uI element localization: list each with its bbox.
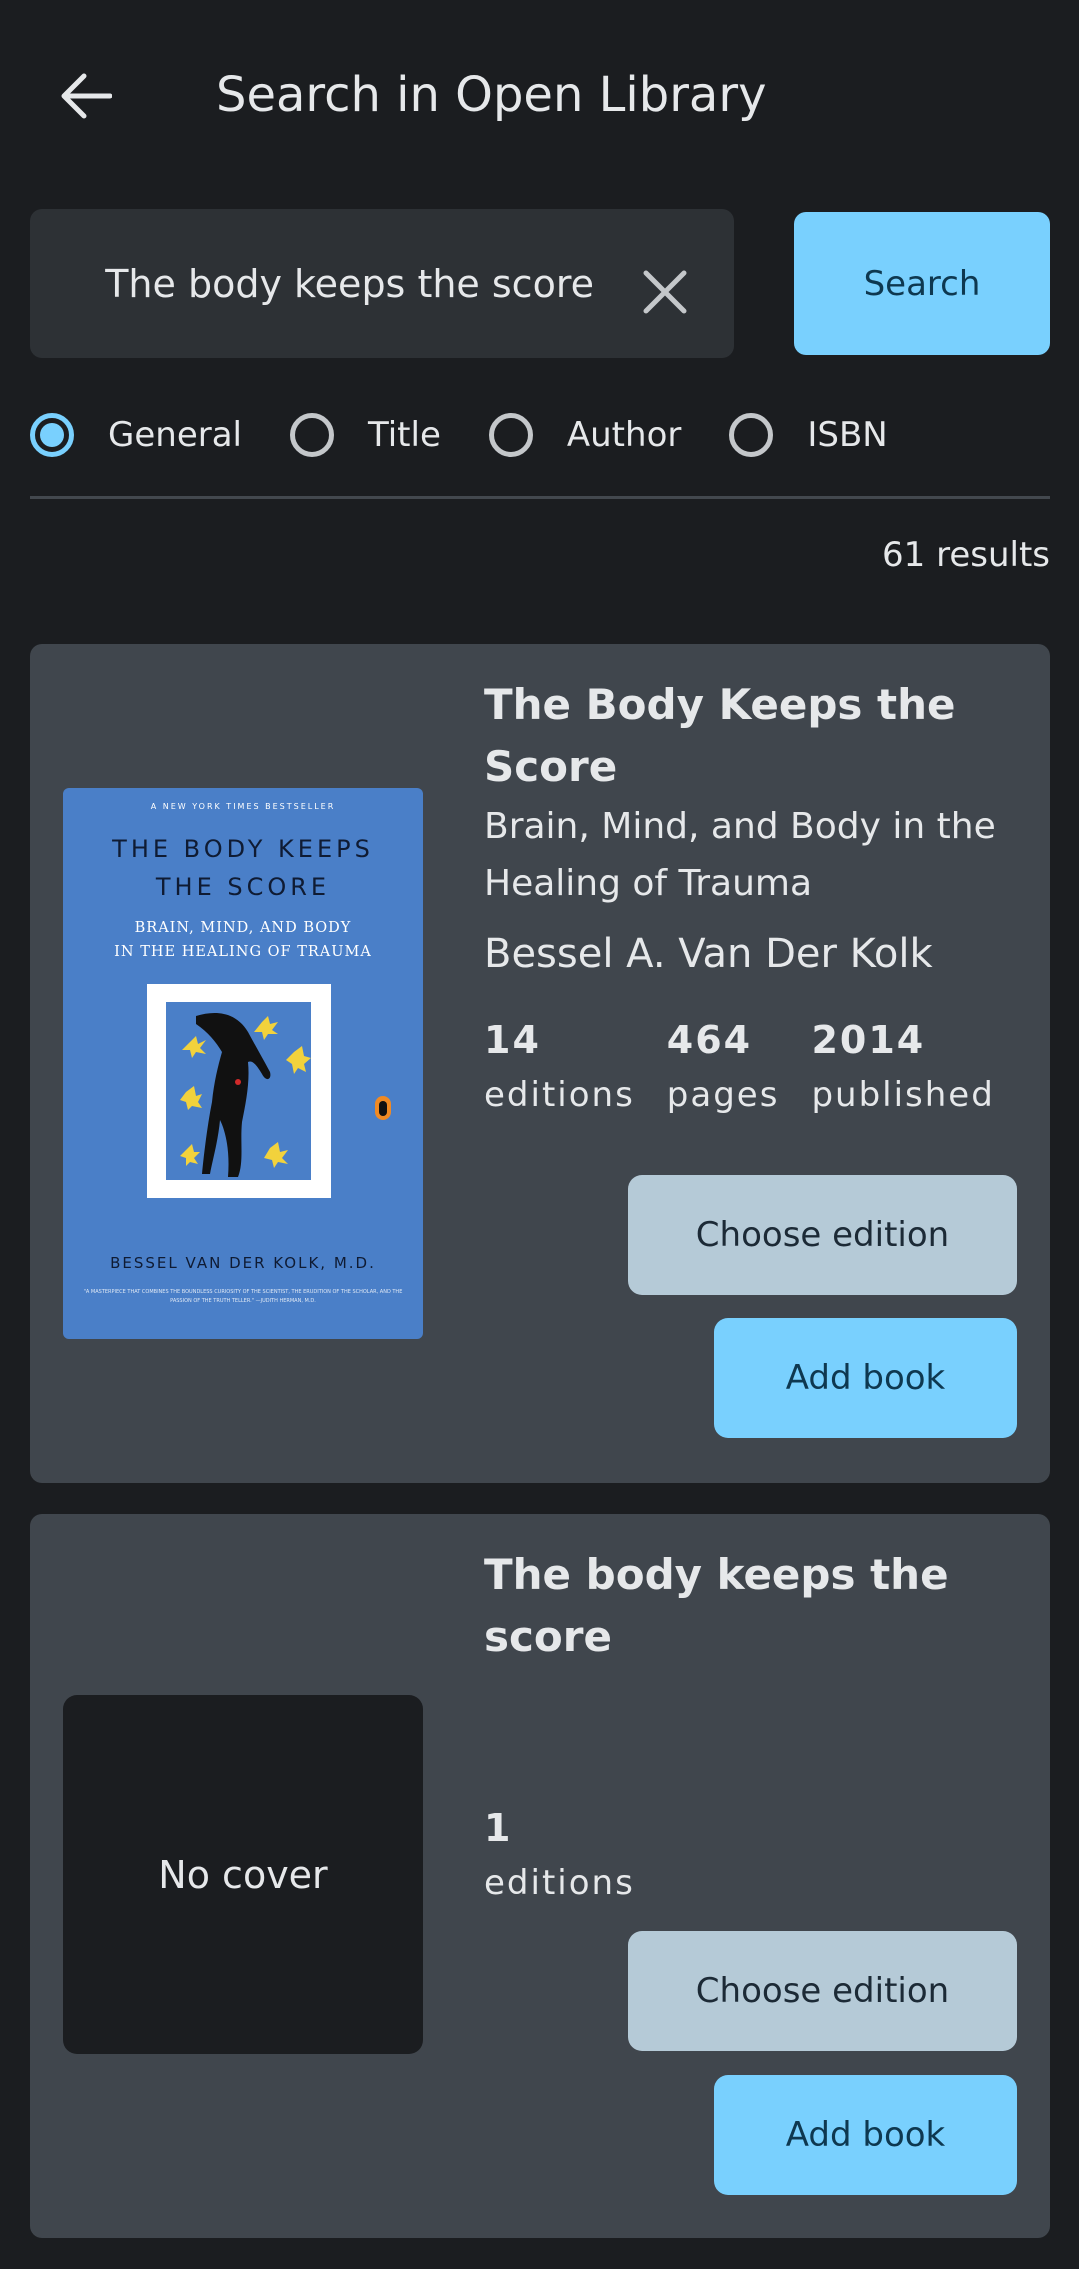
cover-subtitle: BRAIN, MIND, AND BODY IN THE HEALING OF T…	[114, 920, 372, 960]
stat-value: 464	[666, 1018, 753, 1062]
book-cover[interactable]: A NEW YORK TIMES BESTSELLER THE BODY KEE…	[63, 788, 423, 1339]
page-title: Search in Open Library	[216, 67, 767, 123]
book-author: Bessel A. Van Der Kolk	[484, 931, 933, 977]
result-card[interactable]: A NEW YORK TIMES BESTSELLER THE BODY KEE…	[30, 644, 1050, 1483]
stat-editions: 14 editions	[484, 1012, 635, 1122]
radio-title[interactable]: Title	[290, 413, 441, 457]
radio-button-checked[interactable]	[30, 413, 74, 457]
stat-label: editions	[484, 1075, 635, 1115]
app-bar: Search in Open Library	[0, 0, 1079, 190]
radio-label: Author	[566, 415, 682, 455]
add-book-button[interactable]: Add book	[714, 2075, 1017, 2195]
stat-published: 2014 published	[811, 1012, 994, 1122]
radio-isbn[interactable]: ISBN	[729, 413, 888, 457]
book-subtitle: Brain, Mind, and Body in the Healing of …	[484, 806, 996, 904]
stat-pages: 464 pages	[667, 1012, 780, 1122]
search-button[interactable]: Search	[794, 212, 1050, 355]
no-cover-placeholder[interactable]: No cover	[63, 1695, 423, 2054]
back-button[interactable]	[50, 64, 120, 128]
radio-button[interactable]	[729, 413, 774, 457]
search-type-radio-group: General Title Author ISBN	[30, 400, 936, 470]
add-book-button[interactable]: Add book	[714, 1318, 1017, 1438]
stat-label: published	[811, 1075, 995, 1115]
clear-search-button[interactable]	[630, 257, 700, 327]
cover-title: THE BODY KEEPS THE SCORE	[112, 835, 374, 901]
stat-editions: 1 editions	[484, 1800, 635, 1910]
search-field[interactable]: The body keeps the score	[30, 209, 734, 358]
stat-value: 14	[484, 1018, 541, 1062]
cover-quote: "A MASTERPIECE THAT COMBINES THE BOUNDLE…	[83, 1289, 403, 1304]
radio-author[interactable]: Author	[488, 413, 682, 457]
radio-button[interactable]	[290, 413, 334, 457]
book-stats: 14 editions 464 pages 2014 published	[484, 1012, 1020, 1122]
radio-label: ISBN	[807, 415, 888, 455]
book-info: The Body Keeps the Score Brain, Mind, an…	[484, 674, 1020, 1122]
book-info: The body keeps the score 1 editions	[484, 1544, 1020, 1910]
stat-value: 1	[484, 1806, 513, 1850]
arrow-left-icon	[61, 73, 112, 119]
choose-edition-button[interactable]: Choose edition	[628, 1175, 1017, 1295]
radio-button[interactable]	[488, 413, 533, 457]
no-cover-label: No cover	[158, 1852, 328, 1897]
choose-edition-button[interactable]: Choose edition	[628, 1931, 1017, 2051]
search-input[interactable]: The body keeps the score	[54, 249, 594, 319]
stat-value: 2014	[811, 1018, 926, 1062]
stat-label: editions	[484, 1863, 635, 1903]
close-icon	[643, 270, 687, 314]
radio-general[interactable]: General	[30, 413, 242, 457]
result-card[interactable]: No cover The body keeps the score 1 edit…	[30, 1514, 1050, 2238]
cover-figure-illustration	[180, 1013, 311, 1177]
book-title[interactable]: The body keeps the score	[484, 1544, 1020, 1668]
radio-label: General	[108, 415, 242, 455]
cover-top-line: A NEW YORK TIMES BESTSELLER	[150, 802, 336, 811]
radio-label: Title	[368, 415, 441, 455]
results-count: 61 results	[882, 535, 1050, 575]
divider	[30, 496, 1050, 499]
search-input-value: The body keeps the score	[105, 262, 594, 306]
stat-label: pages	[666, 1075, 780, 1115]
cover-author: BESSEL VAN DER KOLK, M.D.	[110, 1254, 376, 1272]
book-title[interactable]: The Body Keeps the Score	[484, 674, 1020, 798]
cover-artwork-inner	[166, 1002, 311, 1180]
cover-artwork	[147, 984, 331, 1198]
publisher-logo	[375, 1096, 391, 1120]
book-stats: 1 editions	[484, 1800, 1020, 1910]
